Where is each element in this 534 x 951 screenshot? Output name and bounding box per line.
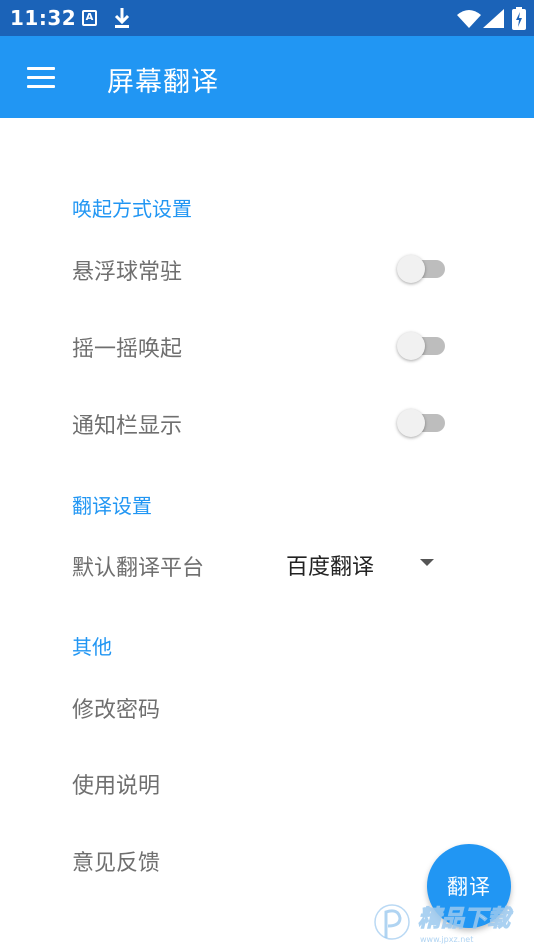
section-header-other: 其他 [72, 635, 112, 659]
platform-dropdown[interactable]: 百度翻译 [280, 545, 450, 583]
shake-label: 摇一摇唤起 [72, 337, 183, 362]
switch-thumb [397, 409, 425, 437]
platform-value: 百度翻译 [286, 555, 375, 580]
status-time: 11:32 [10, 6, 77, 30]
wifi-icon [457, 10, 481, 28]
section-header-translate: 翻译设置 [72, 494, 152, 518]
svg-text:精品下载: 精品下载 [418, 906, 513, 932]
feedback-item[interactable]: 意见反馈 [72, 845, 160, 877]
notification-label: 通知栏显示 [72, 414, 183, 439]
a-notification-icon: A [82, 10, 97, 26]
shake-switch[interactable] [397, 329, 449, 360]
watermark-logo: 精品下载 www.jpxz.net [373, 903, 514, 944]
battery-icon [512, 7, 526, 30]
switch-thumb [397, 332, 425, 360]
svg-text:www.jpxz.net: www.jpxz.net [420, 935, 473, 944]
notification-switch[interactable] [397, 406, 449, 437]
section-header-invoke: 唤起方式设置 [72, 197, 192, 221]
app-title: 屏幕翻译 [107, 67, 219, 98]
platform-label: 默认翻译平台 [72, 556, 205, 581]
signal-icon [483, 9, 504, 28]
status-bar: 11:32 A [0, 0, 534, 36]
app-bar: 屏幕翻译 [0, 36, 534, 118]
floating-ball-label: 悬浮球常驻 [72, 260, 183, 285]
switch-thumb [397, 255, 425, 283]
change-password-item[interactable]: 修改密码 [72, 692, 160, 724]
floating-ball-switch[interactable] [397, 252, 449, 283]
instructions-item[interactable]: 使用说明 [72, 768, 160, 800]
download-icon [114, 8, 130, 28]
caret-down-icon [420, 559, 434, 566]
screen: 11:32 A 屏幕翻译 唤起方式设置 悬浮球常驻 摇一摇唤起 通知栏显示 翻译… [0, 0, 534, 951]
menu-button[interactable] [18, 58, 64, 96]
